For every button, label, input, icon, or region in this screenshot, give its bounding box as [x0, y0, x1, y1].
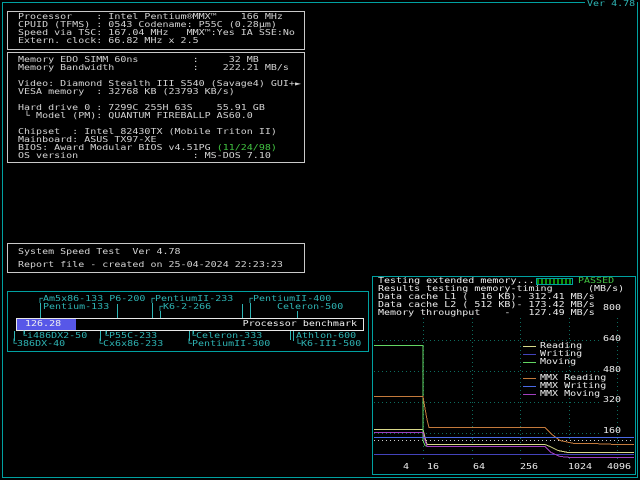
chart-line-moving: [374, 346, 634, 458]
memory-timing-chart: [0, 0, 640, 480]
dos-screen: Ver 4.78 Processor : Intel Pentium®MMX™ …: [0, 0, 640, 480]
version-label: Ver 4.78: [585, 1, 637, 7]
